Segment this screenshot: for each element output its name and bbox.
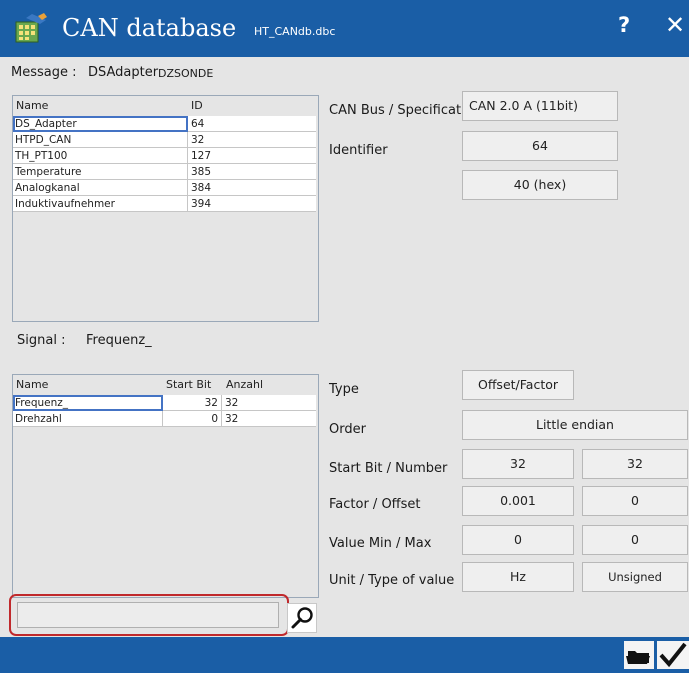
can-bus-label: CAN Bus / Specificati: [329, 103, 465, 118]
signal-name: Frequenz_: [86, 333, 152, 348]
message-name-cell: Temperature: [13, 164, 188, 180]
search-highlight: [9, 594, 289, 636]
file-name: HT_CANdb.dbc: [254, 25, 336, 38]
column-header-name[interactable]: Name: [13, 375, 163, 395]
signal-name-cell: Frequenz_: [13, 395, 163, 411]
table-row[interactable]: TH_PT100 127: [13, 148, 316, 164]
search-input[interactable]: [17, 602, 279, 628]
message-name-cell: TH_PT100: [13, 148, 188, 164]
message-label: Message :: [11, 65, 77, 80]
signal-table: Name Start Bit Anzahl Frequenz_ 32 32 Drehz…: [12, 374, 319, 598]
message-id-cell: 32: [191, 134, 205, 146]
close-icon[interactable]: ✕: [665, 11, 685, 39]
confirm-button[interactable]: [657, 641, 689, 669]
column-header-name[interactable]: Name: [13, 96, 188, 116]
value-type-field[interactable]: Unsigned: [582, 562, 688, 592]
title-bar: CAN database HT_CANdb.dbc ? ✕: [0, 0, 689, 57]
window-title: CAN database: [62, 14, 237, 42]
message-id-cell: 394: [191, 198, 212, 210]
identifier-label: Identifier: [329, 143, 388, 158]
message-name-cell: Induktivaufnehmer: [13, 196, 188, 212]
table-row[interactable]: Induktivaufnehmer 394: [13, 196, 316, 212]
signal-start-bit-cell: 0: [164, 411, 222, 427]
factor-field[interactable]: 0.001: [462, 486, 574, 516]
message-id-cell: 384: [191, 182, 212, 194]
number-field[interactable]: 32: [582, 449, 688, 479]
start-bit-label: Start Bit / Number: [329, 461, 448, 476]
factor-label: Factor / Offset: [329, 497, 421, 512]
message-name-cell: Analogkanal: [13, 180, 188, 196]
help-icon[interactable]: ?: [618, 13, 630, 37]
search-icon: [291, 607, 313, 629]
unit-field[interactable]: Hz: [462, 562, 574, 592]
signal-count-cell: 32: [225, 413, 239, 425]
order-label: Order: [329, 422, 366, 437]
table-row[interactable]: Drehzahl 0 32: [13, 411, 316, 427]
max-value-field[interactable]: 0: [582, 525, 688, 555]
type-field[interactable]: Offset/Factor: [462, 370, 574, 400]
signal-name-cell: Drehzahl: [13, 411, 163, 427]
type-label: Type: [329, 382, 359, 397]
offset-field[interactable]: 0: [582, 486, 688, 516]
unit-label: Unit / Type of value: [329, 573, 455, 588]
message-id-name: DZSONDE: [158, 67, 214, 80]
message-id-cell: 127: [191, 150, 212, 162]
table-row[interactable]: DS_Adapter 64: [13, 116, 316, 132]
min-value-field[interactable]: 0: [462, 525, 574, 555]
checkmark-icon: [659, 642, 687, 668]
identifier-hex-field[interactable]: 40 (hex): [462, 170, 618, 200]
can-bus-field[interactable]: CAN 2.0 A (11bit): [462, 91, 618, 121]
message-name-cell: HTPD_CAN: [13, 132, 188, 148]
table-row[interactable]: Analogkanal 384: [13, 180, 316, 196]
bottom-toolbar: [0, 637, 689, 673]
column-header-start-bit[interactable]: Start Bit: [163, 375, 221, 395]
signal-start-bit-cell: 32: [164, 395, 222, 411]
start-bit-field[interactable]: 32: [462, 449, 574, 479]
message-id-cell: 64: [191, 118, 205, 130]
column-header-id[interactable]: ID: [188, 96, 316, 116]
search-button[interactable]: [287, 603, 317, 633]
order-field[interactable]: Little endian: [462, 410, 688, 440]
database-icon: [15, 13, 47, 43]
value-min-max-label: Value Min / Max: [329, 536, 432, 551]
signal-label: Signal :: [17, 333, 66, 348]
signal-count-cell: 32: [225, 397, 239, 409]
open-button[interactable]: [624, 641, 654, 669]
message-table: Name ID DS_Adapter 64 HTPD_CAN 32 TH_PT100 12…: [12, 95, 319, 322]
table-row[interactable]: HTPD_CAN 32: [13, 132, 316, 148]
message-id-cell: 385: [191, 166, 212, 178]
message-name-cell: DS_Adapter: [13, 116, 188, 132]
column-header-count[interactable]: Anzahl: [223, 375, 316, 395]
identifier-field[interactable]: 64: [462, 131, 618, 161]
table-row[interactable]: Temperature 385: [13, 164, 316, 180]
table-row[interactable]: Frequenz_ 32 32: [13, 395, 316, 411]
message-name: DSAdapter: [88, 65, 159, 80]
folder-icon: [626, 651, 650, 664]
